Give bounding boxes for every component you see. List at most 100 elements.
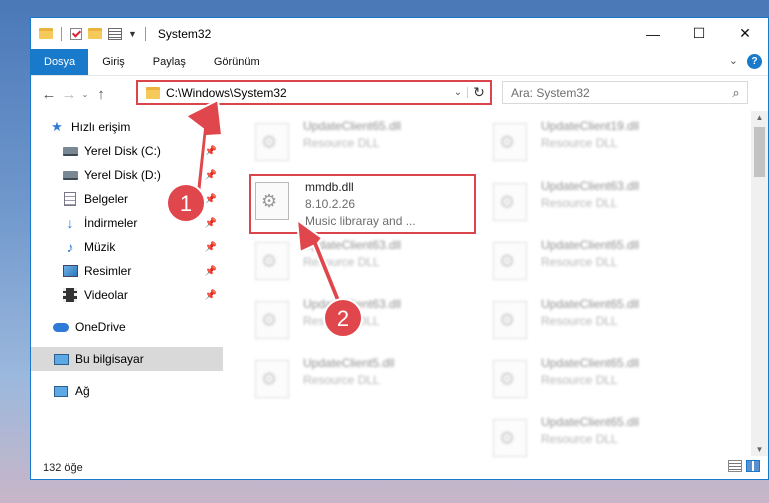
- tab-file[interactable]: Dosya: [31, 49, 89, 75]
- navigation-pane: ★ Hızlı erişim Yerel Disk (C:) 📌 Yerel D…: [31, 111, 223, 456]
- tab-view[interactable]: Görünüm: [200, 49, 274, 75]
- file-name: UpdateClient65.dll: [541, 238, 640, 252]
- star-icon: ★: [51, 119, 63, 134]
- file-tile[interactable]: ⚙ UpdateClient65.dll Resource DLL: [487, 293, 715, 347]
- dll-file-icon: ⚙: [255, 123, 289, 161]
- sidebar-item-label: Yerel Disk (C:): [84, 144, 161, 158]
- pin-icon: 📌: [204, 169, 217, 181]
- videos-icon: [62, 287, 78, 303]
- file-type: Resource DLL: [303, 136, 380, 150]
- sidebar-item-onedrive[interactable]: OneDrive: [31, 315, 223, 339]
- maximize-button[interactable]: ☐: [676, 18, 722, 49]
- expand-ribbon-icon[interactable]: ⌄: [729, 54, 738, 67]
- sidebar-item-label: Hızlı erişim: [71, 120, 131, 134]
- properties-icon[interactable]: [108, 27, 122, 40]
- customize-toolbar-icon[interactable]: ▼: [128, 29, 137, 39]
- file-tile[interactable]: ⚙ UpdateClient65.dll Resource DLL: [487, 352, 715, 406]
- up-button[interactable]: ↑: [91, 86, 111, 103]
- file-name: UpdateClient65.dll: [541, 415, 640, 429]
- pin-icon: 📌: [204, 265, 217, 277]
- pin-icon: 📌: [204, 217, 217, 229]
- properties-check-icon[interactable]: [70, 27, 82, 40]
- file-tile[interactable]: ⚙ UpdateClient63.dll Resource DLL: [487, 175, 715, 229]
- file-tile[interactable]: ⚙ UpdateClient63.dll Resource DLL: [249, 234, 477, 288]
- dll-file-icon: ⚙: [255, 242, 289, 280]
- address-path[interactable]: C:\Windows\System32: [166, 86, 449, 100]
- pin-icon: 📌: [204, 241, 217, 253]
- content-area: ★ Hızlı erişim Yerel Disk (C:) 📌 Yerel D…: [31, 111, 768, 457]
- details-view-icon[interactable]: [728, 460, 742, 472]
- disk-icon: [62, 143, 78, 159]
- tab-home[interactable]: Giriş: [88, 49, 139, 75]
- sidebar-item-music[interactable]: ♪ Müzik 📌: [31, 235, 223, 259]
- ribbon-tabs: Dosya Giriş Paylaş Görünüm ⌄ ?: [31, 49, 768, 76]
- file-version: 8.10.2.26: [305, 197, 356, 211]
- file-name: UpdateClient19.dll: [541, 119, 640, 133]
- sidebar-item-network[interactable]: Ağ: [31, 379, 223, 403]
- pictures-icon: [62, 263, 78, 279]
- file-name: UpdateClient63.dll: [541, 179, 640, 193]
- file-tile[interactable]: ⚙ UpdateClient65.dll Resource DLL: [249, 115, 477, 169]
- scroll-up-icon[interactable]: ▲: [751, 113, 768, 122]
- new-folder-icon[interactable]: [88, 28, 102, 39]
- close-button[interactable]: ✕: [722, 18, 768, 49]
- forward-button[interactable]: →: [59, 86, 79, 103]
- item-count: 132 öğe: [43, 461, 83, 474]
- refresh-icon[interactable]: ↻: [468, 84, 490, 101]
- file-tile[interactable]: ⚙ UpdateClient65.dll Resource DLL: [487, 234, 715, 288]
- file-name: mmdb.dll: [305, 180, 354, 194]
- file-name: UpdateClient65.dll: [541, 297, 640, 311]
- sidebar-item-videos[interactable]: Videolar 📌: [31, 283, 223, 307]
- file-tile-mmdb[interactable]: ⚙ mmdb.dll 8.10.2.26 Music libraray and …: [249, 174, 476, 234]
- explorer-window: ▼ System32 — ☐ ✕ Dosya Giriş Paylaş Görü…: [30, 17, 769, 480]
- sidebar-item-disk-c[interactable]: Yerel Disk (C:) 📌: [31, 139, 223, 163]
- address-dropdown-icon[interactable]: ⌄: [449, 87, 468, 98]
- help-icon[interactable]: ?: [747, 54, 762, 69]
- search-icon[interactable]: ⌕: [725, 85, 747, 101]
- dll-file-icon: ⚙: [493, 242, 527, 280]
- sidebar-item-this-pc[interactable]: Bu bilgisayar: [31, 347, 223, 371]
- file-name: UpdateClient65.dll: [541, 356, 640, 370]
- search-input[interactable]: Ara: System32 ⌕: [502, 81, 748, 104]
- file-description: Music libraray and ...: [305, 214, 416, 228]
- scroll-down-icon[interactable]: ▼: [751, 445, 768, 454]
- dll-file-icon: ⚙: [493, 301, 527, 339]
- file-tile[interactable]: ⚙ UpdateClient19.dll Resource DLL: [487, 115, 715, 169]
- file-name: UpdateClient65.dll: [303, 119, 402, 133]
- scrollbar-thumb[interactable]: [754, 127, 765, 177]
- sidebar-item-downloads[interactable]: ↓ İndirmeler 📌: [31, 211, 223, 235]
- file-type: Resource DLL: [541, 196, 618, 210]
- folder-icon: [39, 28, 53, 39]
- folder-icon: [146, 86, 160, 99]
- vertical-scrollbar[interactable]: ▲ ▼: [751, 111, 768, 456]
- address-bar[interactable]: C:\Windows\System32 ⌄ ↻: [136, 80, 492, 105]
- file-type: Resource DLL: [541, 432, 618, 446]
- file-list: ⚙ UpdateClient65.dll Resource DLL ⚙ mmdb…: [241, 111, 746, 457]
- status-bar: 132 öğe: [31, 456, 768, 479]
- sidebar-item-documents[interactable]: Belgeler 📌: [31, 187, 223, 211]
- sidebar-item-label: Videolar: [84, 288, 128, 302]
- toolbar-separator: [61, 26, 62, 41]
- sidebar-item-label: Bu bilgisayar: [75, 352, 144, 366]
- sidebar-item-label: Resimler: [84, 264, 132, 278]
- tab-share[interactable]: Paylaş: [139, 49, 200, 75]
- sidebar-item-disk-d[interactable]: Yerel Disk (D:) 📌: [31, 163, 223, 187]
- pin-icon: 📌: [204, 145, 217, 157]
- file-name: UpdateClient5.dll: [303, 356, 395, 370]
- file-type: Resource DLL: [303, 255, 380, 269]
- sidebar-item-quick-access[interactable]: ★ Hızlı erişim: [31, 115, 223, 139]
- file-type: Resource DLL: [303, 314, 380, 328]
- file-tile[interactable]: ⚙ UpdateClient5.dll Resource DLL: [249, 352, 477, 406]
- sidebar-item-pictures[interactable]: Resimler 📌: [31, 259, 223, 283]
- dll-file-icon: ⚙: [493, 123, 527, 161]
- file-tile[interactable]: ⚙ UpdateClient63.dll Resource DLL: [249, 293, 477, 347]
- back-button[interactable]: ←: [39, 86, 59, 103]
- large-icons-view-icon[interactable]: [746, 460, 760, 472]
- minimize-button[interactable]: —: [630, 18, 676, 49]
- onedrive-icon: [53, 319, 69, 335]
- recent-locations-button[interactable]: ⌄: [79, 90, 91, 99]
- sidebar-item-label: OneDrive: [75, 320, 126, 334]
- sidebar-item-label: Yerel Disk (D:): [84, 168, 161, 182]
- music-icon: ♪: [66, 239, 74, 255]
- title-bar[interactable]: ▼ System32 — ☐ ✕: [31, 18, 768, 49]
